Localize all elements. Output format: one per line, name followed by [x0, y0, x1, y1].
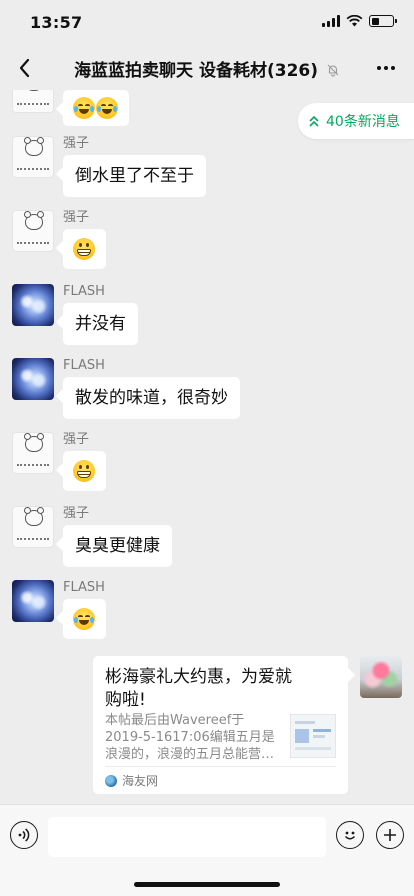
- sender-name: FLASH: [63, 580, 105, 595]
- laugh-cry-emoji-icon: [96, 97, 118, 119]
- wifi-icon: [346, 15, 363, 27]
- voice-icon[interactable]: [10, 821, 38, 849]
- link-card-thumbnail: [290, 714, 336, 758]
- link-card-desc-line: 2019-5-1617:06编辑五月是: [105, 730, 275, 745]
- avatar[interactable]: [12, 506, 54, 548]
- avatar[interactable]: [12, 136, 54, 178]
- message-bubble[interactable]: [63, 229, 106, 269]
- grin-emoji-icon: [73, 460, 95, 482]
- signal-icon: [322, 15, 340, 27]
- avatar[interactable]: [12, 358, 54, 400]
- avatar[interactable]: [12, 432, 54, 474]
- sender-name: FLASH: [63, 284, 105, 299]
- emoji-icon[interactable]: [336, 821, 364, 849]
- nav-bar: 海蓝蓝拍卖聊天 设备耗材(326): [0, 46, 414, 90]
- message-bubble[interactable]: 并没有: [63, 303, 138, 345]
- message-bubble[interactable]: [63, 599, 106, 639]
- new-messages-button[interactable]: 40条新消息: [298, 103, 414, 139]
- new-messages-label: 40条新消息: [326, 114, 400, 130]
- avatar[interactable]: [12, 580, 54, 622]
- status-time: 13:57: [30, 13, 83, 32]
- source-logo-icon: [105, 774, 117, 787]
- sender-name: 强子: [63, 210, 90, 225]
- plus-icon[interactable]: [376, 821, 404, 849]
- link-card-title-line: 购啦!: [105, 690, 146, 710]
- input-bar: [0, 804, 414, 896]
- avatar[interactable]: [12, 90, 54, 113]
- status-bar: 13:57: [0, 0, 414, 46]
- sender-name: 强子: [63, 136, 90, 151]
- link-card[interactable]: 彬海豪礼大约惠，为爱就 购啦! 本帖最后由Wavereef于 2019-5-16…: [93, 656, 348, 794]
- link-card-title-line: 彬海豪礼大约惠，为爱就: [105, 667, 292, 687]
- more-dots-icon[interactable]: [372, 54, 400, 82]
- link-card-source: 海友网: [105, 772, 158, 789]
- double-chevron-up-icon: [309, 115, 319, 127]
- link-card-source-name: 海友网: [122, 774, 159, 788]
- sender-name: 强子: [63, 506, 90, 521]
- divider: [105, 766, 336, 767]
- message-bubble[interactable]: [63, 90, 129, 126]
- message-bubble[interactable]: [63, 451, 106, 491]
- grin-emoji-icon: [73, 238, 95, 260]
- link-card-desc-line: 浪漫的，浪漫的五月总能营…: [105, 747, 275, 762]
- link-card-description: 本帖最后由Wavereef于 2019-5-1617:06编辑五月是 浪漫的，浪…: [105, 712, 283, 763]
- home-indicator: [134, 882, 280, 887]
- chat-title-text: 海蓝蓝拍卖聊天 设备耗材(326): [74, 61, 319, 81]
- avatar[interactable]: [12, 210, 54, 252]
- self-avatar[interactable]: [360, 656, 402, 698]
- link-card-desc-line: 本帖最后由Wavereef于: [105, 713, 245, 728]
- chat-messages[interactable]: 强子 倒水里了不至于 强子 FLASH 并没有 FLASH 散发的味道，很奇妙 …: [0, 90, 414, 804]
- laugh-cry-emoji-icon: [73, 97, 95, 119]
- status-icons: [322, 15, 397, 27]
- laugh-cry-emoji-icon: [73, 608, 95, 630]
- avatar[interactable]: [12, 284, 54, 326]
- link-card-title: 彬海豪礼大约惠，为爱就 购啦!: [105, 666, 336, 712]
- chat-title: 海蓝蓝拍卖聊天 设备耗材(326): [60, 56, 354, 81]
- message-bubble[interactable]: 臭臭更健康: [63, 525, 172, 567]
- battery-icon: [369, 15, 397, 27]
- bell-off-icon: [327, 64, 339, 77]
- sender-name: FLASH: [63, 358, 105, 373]
- message-bubble[interactable]: 倒水里了不至于: [63, 155, 206, 197]
- sender-name: 强子: [63, 432, 90, 447]
- message-input[interactable]: [48, 817, 326, 857]
- chevron-left-icon[interactable]: [12, 54, 40, 82]
- message-bubble[interactable]: 散发的味道，很奇妙: [63, 377, 240, 419]
